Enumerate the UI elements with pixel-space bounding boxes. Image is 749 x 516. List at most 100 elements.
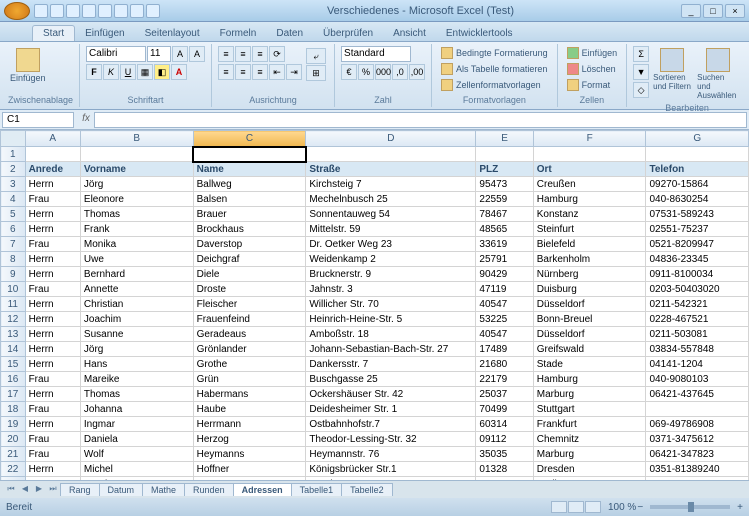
cell[interactable]: 02551-75237 (646, 222, 749, 237)
qat-icon[interactable] (114, 4, 128, 18)
cell[interactable]: 0521-8209947 (646, 237, 749, 252)
underline-button[interactable]: U (120, 64, 136, 80)
cell[interactable]: Heinrich-Heine-Str. 5 (306, 312, 476, 327)
percent-icon[interactable]: % (358, 64, 374, 80)
cell[interactable]: Hamburg (533, 192, 646, 207)
number-format-combo[interactable]: Standard (341, 46, 411, 62)
cell[interactable]: Anrede (25, 162, 80, 177)
cell[interactable]: Frau (25, 432, 80, 447)
cell[interactable]: Sonnentauweg 54 (306, 207, 476, 222)
cell[interactable]: Diele (193, 267, 306, 282)
cell[interactable]: 0211-542321 (646, 297, 749, 312)
row-header[interactable]: 6 (1, 222, 26, 237)
sheet-tab-tabelle1[interactable]: Tabelle1 (291, 483, 343, 496)
cell[interactable]: Frank (80, 222, 193, 237)
cell[interactable]: Chemnitz (533, 432, 646, 447)
cell[interactable]: Hoffner (193, 462, 306, 477)
col-header-A[interactable]: A (25, 131, 80, 147)
cell[interactable]: 33619 (476, 237, 533, 252)
cell[interactable]: Johanna (80, 402, 193, 417)
cell[interactable]: Frankfurt (533, 417, 646, 432)
minimize-button[interactable]: _ (681, 4, 701, 18)
page-break-view-icon[interactable] (585, 501, 601, 513)
row-header[interactable]: 20 (1, 432, 26, 447)
col-header-C[interactable]: C (193, 131, 306, 147)
cell[interactable] (193, 147, 306, 162)
cell[interactable]: Ingmar (80, 417, 193, 432)
cell[interactable]: Michel (80, 462, 193, 477)
cell[interactable]: Thomas (80, 207, 193, 222)
cell[interactable]: 22179 (476, 372, 533, 387)
row-header[interactable]: 14 (1, 342, 26, 357)
align-middle-icon[interactable]: ≡ (235, 46, 251, 62)
sort-filter-button[interactable]: Sortieren und Filtern (651, 46, 693, 93)
cell[interactable]: Herrn (25, 417, 80, 432)
align-center-icon[interactable]: ≡ (235, 64, 251, 80)
cell[interactable]: Thomas (80, 387, 193, 402)
cell[interactable]: Grothe (193, 357, 306, 372)
cell[interactable]: Ockershäuser Str. 42 (306, 387, 476, 402)
merge-button[interactable]: ⤶ ⊞ (304, 46, 328, 83)
font-color-icon[interactable]: A (171, 64, 187, 80)
cell[interactable]: Daniela (80, 432, 193, 447)
inc-decimal-icon[interactable]: ,0 (392, 64, 408, 80)
format-cells-button[interactable]: Format (564, 78, 621, 92)
cell[interactable]: 04836-23345 (646, 252, 749, 267)
undo-icon[interactable] (50, 4, 64, 18)
cell[interactable]: Hans (80, 357, 193, 372)
redo-icon[interactable] (66, 4, 80, 18)
cell[interactable]: Creußen (533, 177, 646, 192)
cell[interactable]: Theodor-Lessing-Str. 32 (306, 432, 476, 447)
cell[interactable]: Nürnberg (533, 267, 646, 282)
cell[interactable]: 48565 (476, 222, 533, 237)
cell[interactable]: Frau (25, 402, 80, 417)
cell[interactable]: Bernhard (80, 267, 193, 282)
zoom-in-icon[interactable]: + (737, 502, 743, 513)
cell[interactable]: Hamburg (533, 372, 646, 387)
sheet-tab-runden[interactable]: Runden (184, 483, 234, 496)
row-header[interactable]: 17 (1, 387, 26, 402)
cell[interactable]: 70499 (476, 402, 533, 417)
cell[interactable]: Brucknerstr. 9 (306, 267, 476, 282)
row-header[interactable]: 21 (1, 447, 26, 462)
row-header[interactable]: 4 (1, 192, 26, 207)
cell[interactable]: Düsseldorf (533, 327, 646, 342)
cell[interactable]: 47119 (476, 282, 533, 297)
cell[interactable]: Marburg (533, 447, 646, 462)
qat-icon[interactable] (98, 4, 112, 18)
cell[interactable]: Herrn (25, 387, 80, 402)
cell[interactable]: 10249 (476, 477, 533, 481)
cell[interactable]: Bonn-Breuel (533, 312, 646, 327)
font-size-combo[interactable]: 11 (147, 46, 171, 62)
cell[interactable]: Telefon (646, 162, 749, 177)
cell[interactable]: Christian (80, 297, 193, 312)
col-header-B[interactable]: B (80, 131, 193, 147)
cell[interactable]: 35035 (476, 447, 533, 462)
col-header-G[interactable]: G (646, 131, 749, 147)
bold-button[interactable]: F (86, 64, 102, 80)
cell[interactable]: Monika (80, 237, 193, 252)
cell[interactable]: Uwe (80, 252, 193, 267)
cell[interactable]: Frau (25, 237, 80, 252)
cell[interactable]: 22559 (476, 192, 533, 207)
cell[interactable]: Berlin (533, 477, 646, 481)
cell[interactable]: Ort (533, 162, 646, 177)
cell[interactable] (476, 147, 533, 162)
cell[interactable]: 53225 (476, 312, 533, 327)
cell[interactable]: Herrmann (193, 417, 306, 432)
fill-color-icon[interactable]: ◧ (154, 64, 170, 80)
cell[interactable]: Frau (25, 447, 80, 462)
fill-icon[interactable]: ▼ (633, 64, 649, 80)
cell[interactable]: Joachim (80, 312, 193, 327)
cell[interactable]: 78467 (476, 207, 533, 222)
cell[interactable]: Barkenholm (533, 252, 646, 267)
cell[interactable]: Brauer (193, 207, 306, 222)
cell[interactable]: Ballweg (193, 177, 306, 192)
cell[interactable]: Mechelnbusch 25 (306, 192, 476, 207)
tab-überprüfen[interactable]: Überprüfen (313, 26, 383, 41)
cell[interactable]: 25791 (476, 252, 533, 267)
align-left-icon[interactable]: ≡ (218, 64, 234, 80)
col-header-E[interactable]: E (476, 131, 533, 147)
align-bottom-icon[interactable]: ≡ (252, 46, 268, 62)
indent-inc-icon[interactable]: ⇥ (286, 64, 302, 80)
